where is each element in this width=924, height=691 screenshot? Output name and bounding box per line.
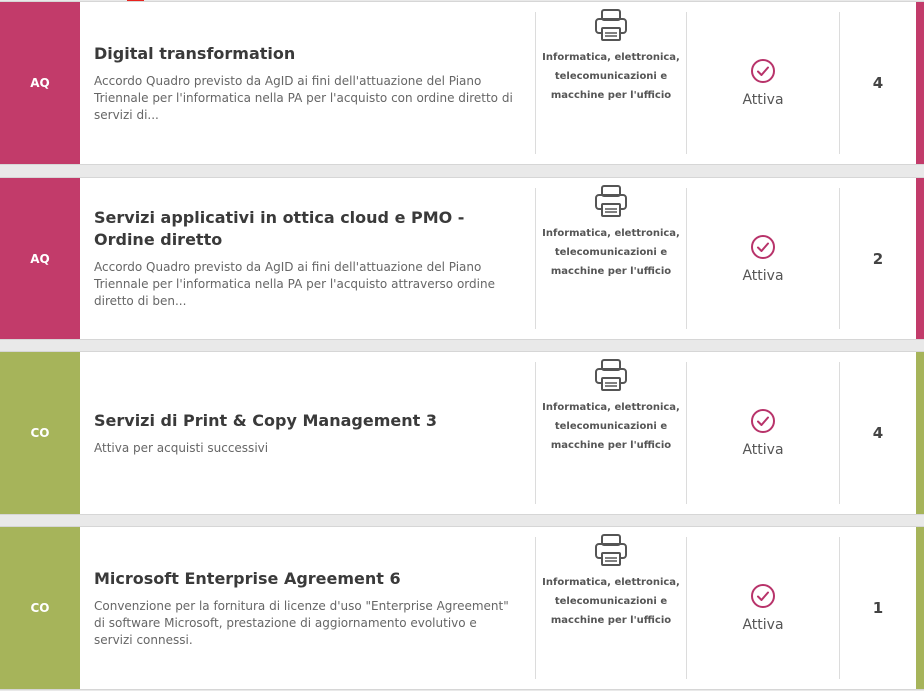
item-count: 4 bbox=[872, 74, 884, 92]
category-label: Informatica, elettronica, telecomunicazi… bbox=[542, 577, 680, 626]
printer-icon bbox=[595, 359, 627, 391]
status-label: Attiva bbox=[742, 617, 784, 633]
category-cell: Informatica, elettronica, telecomunicazi… bbox=[536, 178, 686, 339]
type-badge: CO bbox=[0, 352, 80, 514]
check-circle-icon bbox=[751, 234, 775, 259]
printer-icon bbox=[595, 534, 627, 566]
type-badge: CO bbox=[0, 527, 80, 689]
item-title[interactable]: Microsoft Enterprise Agreement 6 bbox=[94, 568, 519, 590]
status-label: Attiva bbox=[742, 442, 784, 458]
category-label: Informatica, elettronica, telecomunicazi… bbox=[542, 402, 680, 451]
category-cell: Informatica, elettronica, telecomunicazi… bbox=[536, 352, 686, 514]
item-info: Microsoft Enterprise Agreement 6 Convenz… bbox=[80, 527, 535, 689]
status-cell: Attiva bbox=[687, 352, 839, 514]
list-item[interactable]: CO Servizi di Print & Copy Management 3 … bbox=[0, 351, 924, 515]
item-info: Digital transformation Accordo Quadro pr… bbox=[80, 2, 535, 164]
item-title[interactable]: Digital transformation bbox=[94, 43, 519, 65]
printer-icon bbox=[595, 9, 627, 41]
item-title[interactable]: Servizi applicativi in ottica cloud e PM… bbox=[94, 207, 519, 251]
row-edge-stripe bbox=[916, 527, 924, 689]
check-circle-icon bbox=[751, 409, 775, 433]
category-cell: Informatica, elettronica, telecomunicazi… bbox=[536, 2, 686, 164]
item-info: Servizi applicativi in ottica cloud e PM… bbox=[80, 178, 535, 339]
status-label: Attiva bbox=[742, 267, 784, 284]
item-title[interactable]: Servizi di Print & Copy Management 3 bbox=[94, 410, 519, 432]
printer-icon bbox=[595, 185, 627, 217]
row-edge-stripe bbox=[916, 352, 924, 514]
type-badge: AQ bbox=[0, 178, 80, 339]
item-count: 4 bbox=[872, 424, 884, 442]
type-badge: AQ bbox=[0, 2, 80, 164]
category-cell: Informatica, elettronica, telecomunicazi… bbox=[536, 527, 686, 689]
item-description: Accordo Quadro previsto da AgID ai fini … bbox=[94, 260, 495, 308]
status-cell: Attiva bbox=[687, 2, 839, 164]
item-count: 1 bbox=[872, 599, 884, 617]
row-edge-stripe bbox=[916, 2, 924, 164]
category-label: Informatica, elettronica, telecomunicazi… bbox=[542, 228, 680, 277]
status-label: Attiva bbox=[742, 92, 784, 108]
row-edge-stripe bbox=[916, 178, 924, 339]
item-description: Accordo Quadro previsto da AgID ai fini … bbox=[94, 73, 513, 122]
status-cell: Attiva bbox=[687, 527, 839, 689]
list-item[interactable]: AQ Digital transformation Accordo Quadro… bbox=[0, 1, 924, 165]
item-count: 2 bbox=[872, 249, 884, 268]
category-label: Informatica, elettronica, telecomunicazi… bbox=[542, 52, 680, 101]
list-item[interactable]: AQ Servizi applicativi in ottica cloud e… bbox=[0, 177, 924, 340]
check-circle-icon bbox=[751, 59, 775, 83]
status-cell: Attiva bbox=[687, 178, 839, 339]
item-info: Servizi di Print & Copy Management 3 Att… bbox=[80, 352, 535, 514]
list-item[interactable]: CO Microsoft Enterprise Agreement 6 Conv… bbox=[0, 526, 924, 690]
item-description: Convenzione per la fornitura di licenze … bbox=[94, 598, 509, 647]
item-description: Attiva per acquisti successivi bbox=[94, 440, 269, 455]
check-circle-icon bbox=[751, 584, 775, 608]
